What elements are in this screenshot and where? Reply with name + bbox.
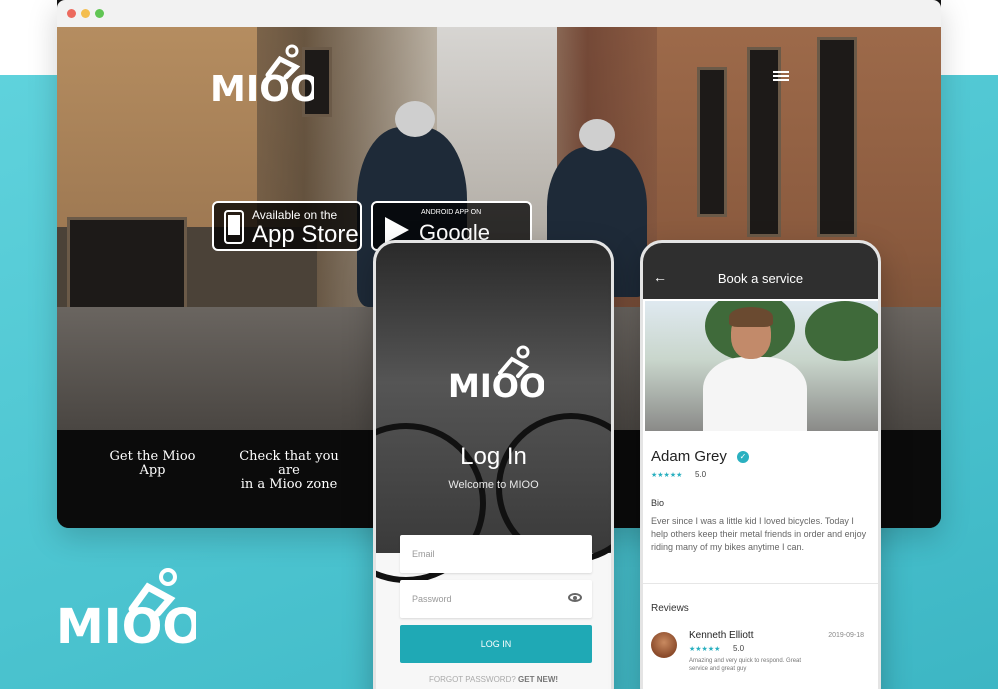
verified-icon: ✓ [737, 451, 749, 463]
hero-window [697, 67, 727, 217]
get-new-link[interactable]: GET NEW! [518, 675, 558, 684]
get-app-link[interactable]: Get the Mioo App [95, 450, 210, 478]
reviews-label: Reviews [651, 603, 689, 614]
app-store-badge[interactable]: Available on the App Store [212, 201, 362, 251]
mioo-zone-line2: in a Mioo zone [240, 477, 338, 492]
booking-header: ← Book a service [643, 243, 878, 299]
person-hair [729, 307, 773, 327]
reviewer-name: Kenneth Elliott [689, 630, 754, 641]
login-hero: MIOO Log In Welcome to MIOO [376, 243, 611, 583]
hero-window [817, 37, 857, 237]
login-phone-mockup: MIOO Log In Welcome to MIOO Email Passwo… [373, 240, 614, 689]
google-play-caption: ANDROID APP ON [421, 209, 482, 216]
forgot-text: FORGOT PASSWORD? [428, 675, 516, 684]
booking-title: Book a service [717, 271, 804, 286]
forgot-password-link[interactable]: FORGOT PASSWORD? GET NEW! [376, 675, 611, 684]
maximize-dot[interactable] [95, 9, 104, 18]
mechanic-name: Adam Grey [651, 448, 727, 465]
close-dot[interactable] [67, 9, 76, 18]
rating-value: 5.0 [695, 470, 707, 479]
password-placeholder: Password [412, 594, 452, 604]
password-field[interactable]: Password [400, 580, 592, 618]
booking-phone-mockup: ← Book a service Adam Grey ✓ ★★★★★ 5.0 B… [640, 240, 881, 689]
large-logo-head [159, 568, 177, 586]
reviewer-avatar [651, 632, 677, 658]
login-logo: MIOO [448, 345, 544, 401]
phone-icon [224, 210, 244, 244]
minimize-dot[interactable] [81, 9, 90, 18]
mechanic-photo [645, 301, 878, 431]
review-text: Amazing and very quick to respond. Great… [689, 658, 802, 672]
mioo-zone-link[interactable]: Check that you are in a Mioo zone [229, 450, 349, 492]
login-logo-text: MIOO [448, 367, 544, 401]
photo-tree [805, 301, 878, 361]
logo-text: MIOO [210, 69, 314, 103]
email-field[interactable]: Email [400, 535, 592, 573]
rating-stars: ★★★★★ [651, 472, 683, 479]
large-logo-text: MIOO [56, 599, 196, 647]
login-title: Log In [460, 443, 527, 470]
review-rating: 5.0 [733, 644, 745, 653]
person-body [703, 357, 807, 431]
bio-text: Ever since I was a little kid I loved bi… [651, 516, 867, 552]
app-store-caption: Available on the [252, 208, 338, 222]
mioo-large-logo: MIOO [56, 568, 196, 647]
review-date: 2019-09-18 [828, 632, 864, 639]
mioo-logo: MIOO [210, 44, 314, 103]
hamburger-menu-icon[interactable] [773, 71, 789, 81]
mioo-zone-line1: Check that you are [239, 449, 339, 478]
divider [643, 583, 878, 584]
login-button[interactable]: LOG IN [400, 625, 592, 663]
eye-icon[interactable] [568, 593, 582, 602]
hero-helmet [395, 101, 435, 137]
hero-helmet [579, 119, 615, 151]
review-stars: ★★★★★ [689, 646, 721, 653]
app-store-label: App Store [252, 221, 359, 248]
bio-label: Bio [651, 498, 665, 508]
logo-rider-head [285, 44, 299, 58]
login-subtitle: Welcome to MIOO [448, 479, 539, 491]
browser-titlebar [57, 0, 941, 27]
